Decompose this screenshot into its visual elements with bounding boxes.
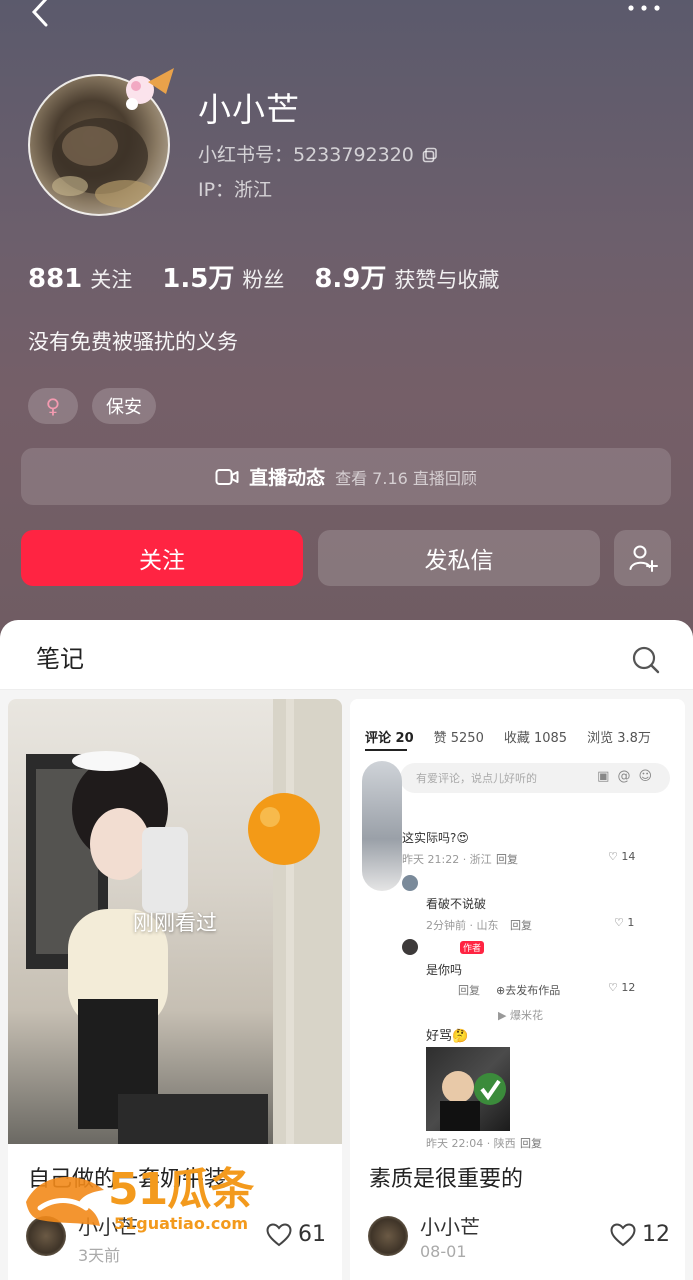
comment-tab-saves: 收藏 1085 bbox=[503, 731, 568, 746]
comment-3-avatar bbox=[402, 939, 418, 955]
comment-1-text: 这实际吗?😍 bbox=[402, 831, 469, 845]
comment-3-publish: ⊕去发布作品 bbox=[496, 984, 561, 997]
comment-input: 有爱评论，说点儿好听的 ▣@☺ bbox=[400, 763, 670, 793]
comment-2-meta: 2分钟前 · 山东 bbox=[426, 919, 499, 932]
stat-followers-value: 1.5万 bbox=[162, 264, 235, 294]
comment-4-tag: ▶ 爆米花 bbox=[498, 1009, 543, 1022]
follow-button[interactable]: 关注 bbox=[21, 530, 303, 586]
search-icon bbox=[632, 646, 660, 674]
stat-following-value: 881 bbox=[28, 264, 83, 294]
occupation-tag-label: 保安 bbox=[106, 397, 142, 418]
profile-id: 小红书号：5233792320 bbox=[198, 142, 438, 168]
chevron-left-icon bbox=[31, 0, 48, 27]
comment-tabs: 评论 20 赞 5250 收藏 1085 浏览 3.8万 bbox=[365, 727, 651, 746]
like-button[interactable]: 61 bbox=[266, 1222, 326, 1247]
stat-followers-label: 粉丝 bbox=[242, 268, 285, 292]
note-title: 素质是很重要的 bbox=[369, 1167, 524, 1192]
comment-5-meta: 昨天 22:04 · 陕西 bbox=[426, 1137, 516, 1150]
comment-3-likes: ♡ 12 bbox=[608, 981, 636, 994]
watermark-url: 51guatiao.com bbox=[114, 1214, 249, 1233]
stat-likes[interactable]: 8.9万 获赞与收藏 bbox=[314, 258, 499, 295]
comment-2-text: 看破不说破 bbox=[426, 897, 487, 911]
profile-ip: IP：浙江 bbox=[198, 179, 273, 201]
note-cover-image: 刚刚看过 bbox=[8, 699, 342, 1144]
like-count: 12 bbox=[642, 1222, 670, 1247]
notes-tab-title[interactable]: 笔记 bbox=[36, 643, 84, 675]
comment-3-author-badge: 作者 bbox=[460, 941, 485, 954]
video-camera-icon bbox=[215, 468, 239, 485]
stat-likes-label: 获赞与收藏 bbox=[394, 268, 500, 292]
more-button[interactable] bbox=[624, 0, 664, 20]
copy-icon[interactable] bbox=[422, 147, 438, 163]
gender-tag: ♀ bbox=[28, 388, 78, 424]
comment-2-likes: ♡ 1 bbox=[614, 916, 635, 929]
comment-1-meta: 昨天 21:22 · 浙江 bbox=[402, 853, 492, 866]
recently-viewed-overlay: 刚刚看过 bbox=[133, 911, 217, 935]
comment-4-image bbox=[426, 1047, 510, 1131]
stat-following-label: 关注 bbox=[90, 268, 133, 292]
heart-icon bbox=[610, 1222, 636, 1246]
message-button[interactable]: 发私信 bbox=[318, 530, 600, 586]
note-cover-image: 评论 20 赞 5250 收藏 1085 浏览 3.8万 有爱评论，说点儿好听的… bbox=[350, 699, 685, 1150]
profile-name: 小小芒 bbox=[198, 90, 300, 129]
comment-input-placeholder: 有爱评论，说点儿好听的 bbox=[416, 772, 537, 785]
profile-bio: 没有免费被骚扰的义务 bbox=[28, 330, 238, 354]
like-button[interactable]: 12 bbox=[610, 1222, 670, 1247]
like-count: 61 bbox=[298, 1222, 326, 1247]
comment-4-text: 好骂🤔 bbox=[426, 1029, 469, 1044]
site-watermark: 51瓜条 51guatiao.com bbox=[20, 1160, 270, 1240]
blurred-video-thumb bbox=[362, 761, 402, 891]
note-date: 3天前 bbox=[78, 1246, 121, 1265]
comment-1-likes: ♡ 14 bbox=[608, 850, 636, 863]
female-icon: ♀ bbox=[45, 394, 61, 418]
comment-2-reply: 回复 bbox=[510, 919, 532, 932]
author-name[interactable]: 小小芒 bbox=[420, 1214, 480, 1240]
stat-likes-value: 8.9万 bbox=[314, 264, 387, 294]
comment-tab-underline bbox=[365, 749, 407, 751]
stat-following[interactable]: 881 关注 bbox=[28, 264, 132, 294]
live-replay-bar[interactable]: 直播动态 查看 7.16 直播回顾 bbox=[21, 448, 671, 505]
comment-tab-comments: 评论 20 bbox=[365, 731, 414, 746]
avatar-icecream-sticker bbox=[118, 64, 180, 126]
comment-tab-views: 浏览 3.8万 bbox=[587, 731, 651, 746]
profile-id-text: 小红书号：5233792320 bbox=[198, 144, 414, 166]
note-date: 08-01 bbox=[420, 1242, 467, 1261]
comment-3-reply: 回复 bbox=[458, 984, 480, 997]
comment-3-text: 是你吗 bbox=[426, 963, 463, 977]
stats-row: 881 关注 1.5万 粉丝 8.9万 获赞与收藏 bbox=[28, 258, 499, 298]
comment-5-reply: 回复 bbox=[520, 1137, 542, 1150]
emoji-icons: ▣@☺ bbox=[597, 769, 660, 784]
comment-tab-likes: 赞 5250 bbox=[433, 731, 484, 746]
add-user-icon bbox=[629, 545, 658, 572]
back-button[interactable] bbox=[22, 0, 58, 30]
comment-1-reply: 回复 bbox=[496, 853, 518, 866]
search-button[interactable] bbox=[628, 642, 664, 678]
live-subtitle: 查看 7.16 直播回顾 bbox=[335, 468, 477, 488]
add-friend-button[interactable] bbox=[614, 530, 671, 586]
live-title: 直播动态 bbox=[249, 467, 326, 489]
author-avatar[interactable] bbox=[368, 1216, 408, 1256]
watermark-logo-icon bbox=[26, 1176, 104, 1226]
watermark-brand: 51瓜条 bbox=[108, 1164, 254, 1215]
note-card[interactable]: 评论 20 赞 5250 收藏 1085 浏览 3.8万 有爱评论，说点儿好听的… bbox=[350, 699, 685, 1280]
more-dots-icon bbox=[628, 5, 660, 11]
comment-2-avatar bbox=[402, 875, 418, 891]
occupation-tag: 保安 bbox=[92, 388, 156, 424]
stat-followers[interactable]: 1.5万 粉丝 bbox=[162, 258, 284, 295]
